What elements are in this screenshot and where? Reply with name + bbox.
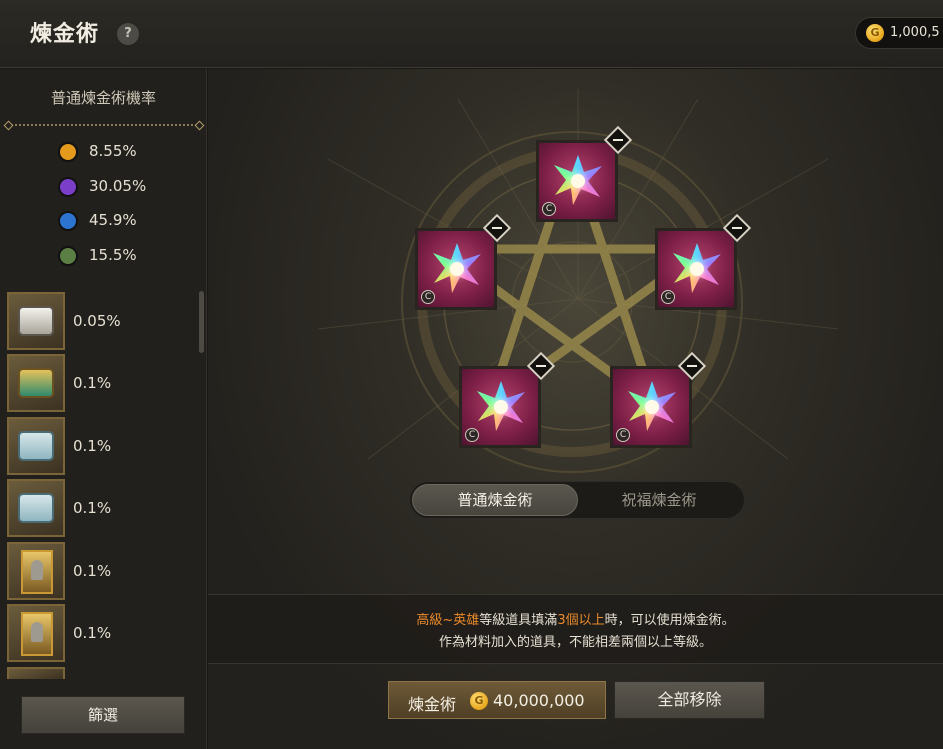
item-probability: 0.1% xyxy=(73,624,112,642)
material-slot[interactable]: C xyxy=(415,213,512,310)
crystal-core xyxy=(450,262,464,276)
rate-title: 普通煉金術機率 xyxy=(50,89,156,107)
grade-range-highlight: 高級~英雄 xyxy=(416,613,480,628)
crystal-core xyxy=(494,400,508,414)
crystal-core xyxy=(645,400,659,414)
item-slot[interactable] xyxy=(7,292,65,350)
item-slot[interactable] xyxy=(7,604,65,662)
tab-normal-alchemy[interactable]: 普通煉金術 xyxy=(412,484,578,516)
blue-grade-dot-icon xyxy=(58,211,78,231)
alchemy-type-tabs: 普通煉金術 祝福煉金術 xyxy=(409,481,745,519)
item-probability: 0.1% xyxy=(73,562,112,580)
info-panel: 高級~英雄等級道具填滿3個以上時，可以使用煉金術。 作為材料加入的道具，不能相差… xyxy=(208,594,943,664)
count-highlight: 3個以上 xyxy=(557,613,605,628)
green-gold-chest-icon xyxy=(18,368,54,398)
crystal-core xyxy=(690,262,704,276)
grade-rate-value: 45.9% xyxy=(89,211,137,229)
remove-all-button[interactable]: 全部移除 xyxy=(614,681,765,719)
grade-rate-value: 30.05% xyxy=(89,177,147,195)
info-text: 等級道具填滿 xyxy=(479,613,558,628)
silver-chest-icon xyxy=(18,431,54,461)
item-probability: 0.1% xyxy=(73,499,112,517)
tab-blessed-alchemy[interactable]: 祝福煉金術 xyxy=(576,484,742,516)
gold-balance: G 1,000,5 xyxy=(855,17,943,49)
character-card-icon xyxy=(21,550,53,594)
probability-sidebar: 普通煉金術機率 8.55% 30.05% 45.9% 15.5% 0.05% 0… xyxy=(0,69,207,749)
grade-c-mark: C xyxy=(542,202,556,216)
item-slot[interactable] xyxy=(7,417,65,475)
filter-button[interactable]: 篩選 xyxy=(21,696,185,734)
green-grade-dot-icon xyxy=(58,246,78,266)
material-slot[interactable]: C xyxy=(610,351,707,448)
orange-grade-dot-icon xyxy=(58,142,78,162)
material-slot[interactable]: C xyxy=(655,213,752,310)
page-title: 煉金術 xyxy=(30,22,100,47)
item-slot[interactable] xyxy=(7,479,65,537)
white-box-icon xyxy=(18,306,54,336)
grade-rate-value: 8.55% xyxy=(89,142,137,160)
gold-amount: 1,000,5 xyxy=(890,25,940,40)
item-probability: 0.1% xyxy=(73,437,112,455)
item-slot[interactable] xyxy=(7,354,65,412)
item-probability: 0.05% xyxy=(73,312,121,330)
grade-c-mark: C xyxy=(421,290,435,304)
grade-c-mark: C xyxy=(465,428,479,442)
info-line-2: 作為材料加入的道具，不能相差兩個以上等級。 xyxy=(438,635,712,650)
info-line-1: 高級~英雄等級道具填滿3個以上時，可以使用煉金術。 xyxy=(208,609,943,628)
silver-chest-icon xyxy=(18,493,54,523)
grade-c-mark: C xyxy=(616,428,630,442)
material-slot[interactable]: C xyxy=(459,351,556,448)
item-slot-partial xyxy=(7,667,65,679)
item-slot[interactable] xyxy=(7,542,65,600)
info-text: 時，可以使用煉金術。 xyxy=(604,613,735,628)
crystal-core xyxy=(571,174,585,188)
gold-coin-icon: G xyxy=(866,24,884,42)
material-slot[interactable]: C xyxy=(536,125,633,222)
header-bar: 煉金術 ? G 1,000,5 xyxy=(0,0,943,68)
purple-grade-dot-icon xyxy=(58,177,78,197)
alchemy-button[interactable]: 煉金術 G 40,000,000 xyxy=(388,681,606,719)
grade-rate-value: 15.5% xyxy=(89,246,137,264)
alchemy-button-label: 煉金術 xyxy=(408,695,457,714)
gold-coin-icon: G xyxy=(470,692,488,710)
item-probability: 0.1% xyxy=(73,374,112,392)
sidebar-scrollbar[interactable] xyxy=(199,291,204,353)
help-icon[interactable]: ? xyxy=(117,23,139,45)
alchemy-panel: C C C C C 普通煉金術 祝福煉金術 高級~英雄等級道具填滿3個以上時，可… xyxy=(208,69,943,749)
alchemy-cost: 40,000,000 xyxy=(493,691,585,710)
grade-c-mark: C xyxy=(661,290,675,304)
character-card-icon xyxy=(21,612,53,656)
divider xyxy=(8,124,200,126)
